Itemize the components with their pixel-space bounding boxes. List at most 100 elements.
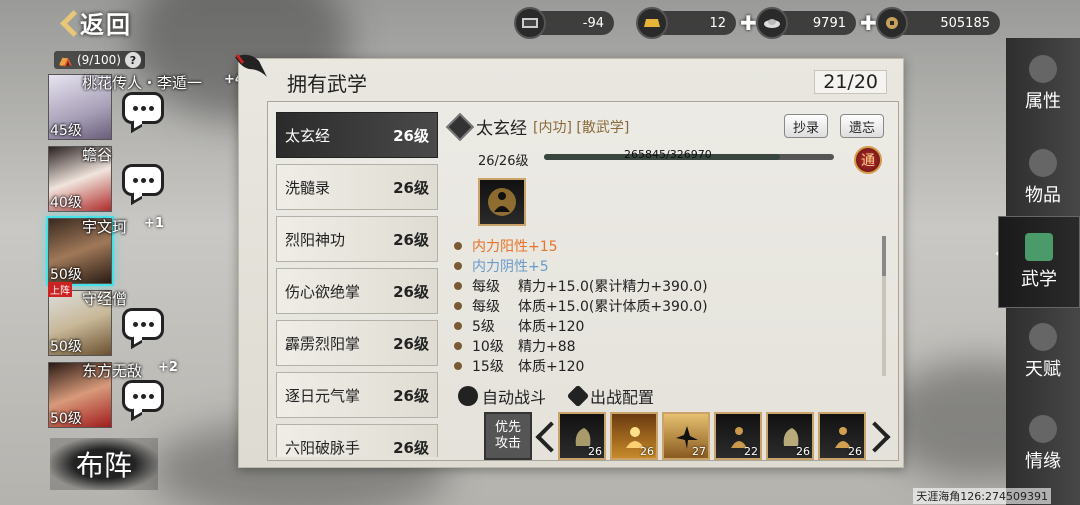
slot-level: 26	[796, 445, 810, 458]
skill-slot[interactable]: 27	[662, 412, 710, 460]
coin-value: 505185	[892, 11, 1000, 35]
tab-label: 情缘	[1025, 451, 1061, 472]
horse-icon	[1029, 55, 1057, 83]
battle-config-icon	[566, 384, 590, 408]
copy-button[interactable]: 抄录	[784, 114, 829, 138]
attr-level: 5级	[472, 319, 495, 335]
attr-scrollbar[interactable]	[882, 236, 886, 376]
mastery-badge: 通	[854, 146, 882, 174]
tab-talent[interactable]: 天赋	[1006, 306, 1080, 398]
people-icon: ⛺	[58, 53, 73, 67]
hero-plus: +1	[144, 216, 164, 231]
in-battle-badge: 上阵	[48, 282, 72, 297]
slots-prev-arrow[interactable]	[536, 416, 552, 456]
skill-level: 26级	[393, 230, 429, 249]
hero-name: 蟾谷	[82, 146, 113, 164]
skill-type-icon	[445, 112, 475, 141]
meditation-icon	[478, 178, 526, 226]
attr-level: 10级	[472, 339, 504, 355]
currency-gold: 12 ✚	[636, 7, 757, 39]
skill-item[interactable]: 伤心欲绝掌 26级	[276, 268, 438, 314]
attr-row: 5级 体质+120	[454, 316, 884, 336]
panel-inner: 太玄经 26级 洗髓录 26级 烈阳神功 26级 伤心欲绝掌 26级 霹雳烈阳掌…	[267, 101, 899, 461]
heart-icon	[1029, 415, 1057, 443]
hero-card[interactable]: 蟾谷 40级	[48, 146, 164, 212]
hero-level: 50级	[50, 411, 82, 427]
hero-card[interactable]: 桃花传人・李遁一 +4 45级	[48, 72, 244, 140]
bullet-icon	[454, 322, 462, 330]
skill-slot[interactable]: 22	[714, 412, 762, 460]
attr-text: 精力+88	[518, 339, 576, 355]
priority-attack-button[interactable]: 优先 攻击	[484, 412, 532, 460]
slots-next-arrow[interactable]	[874, 416, 890, 456]
detail-skill-tags: [内功] [散武学]	[533, 119, 630, 136]
slot-level: 27	[692, 445, 706, 458]
skill-count: 21/20	[814, 70, 887, 94]
tab-martial-arts[interactable]: 武学	[998, 216, 1080, 308]
skill-slot[interactable]: 26	[558, 412, 606, 460]
skill-slot[interactable]: 26	[766, 412, 814, 460]
silver-ingot-icon	[756, 7, 788, 39]
hero-level: 40级	[50, 195, 82, 211]
auto-battle-icon	[458, 386, 478, 406]
attr-text: 精力+15.0(累计精力+390.0)	[518, 279, 708, 295]
back-button[interactable]: 返回	[58, 4, 132, 40]
attr-text: 内力阳性+15	[472, 239, 558, 255]
skill-item[interactable]: 洗髓录 26级	[276, 164, 438, 210]
hero-card-selected[interactable]: 宇文珂 +1 50级	[48, 216, 164, 284]
attr-row: 15级 体质+120	[454, 356, 884, 376]
attr-text: 体质+15.0(累计体质+390.0)	[518, 299, 708, 315]
hero-plus: +2	[158, 360, 178, 375]
back-label: 返回	[80, 10, 132, 39]
add-gold-button[interactable]: ✚	[740, 11, 757, 35]
tab-relationship[interactable]: 情缘	[1006, 398, 1080, 490]
skill-item[interactable]: 逐日元气掌 26级	[276, 372, 438, 418]
attr-level: 每级	[472, 279, 500, 295]
tab-attributes[interactable]: 属性	[1006, 38, 1080, 130]
attribute-list: 内力阳性+15 内力阴性+5 每级 精力+15.0(累计精力+390.0) 每级体…	[454, 236, 884, 376]
skill-item[interactable]: 烈阳神功 26级	[276, 216, 438, 262]
player-id-text: 天涯海角126:274509391	[913, 488, 1051, 504]
skill-detail: 太玄经 [内功] [散武学] 抄录 遗忘 26/26级 265845/32697…	[444, 108, 894, 460]
formation-button[interactable]: 布阵	[50, 438, 158, 490]
hero-card[interactable]: 东方无敌 +2 50级	[48, 360, 178, 428]
scroll-thumb[interactable]	[882, 236, 886, 276]
battle-config-button[interactable]: 出战配置	[566, 384, 654, 408]
branch-icon	[1029, 323, 1057, 351]
book-icon	[1025, 233, 1053, 261]
slot-level: 26	[640, 445, 654, 458]
hero-name: 东方无敌	[82, 362, 143, 380]
bullet-icon	[454, 302, 462, 310]
skill-slot[interactable]: 26	[610, 412, 658, 460]
tab-items[interactable]: 物品	[1006, 132, 1080, 224]
party-capacity: ⛺ (9/100) ?	[54, 51, 145, 69]
detail-header: 太玄经 [内功] [散武学]	[445, 112, 630, 141]
auto-battle-toggle[interactable]: 自动战斗	[458, 384, 546, 408]
box-icon	[1029, 149, 1057, 177]
hero-level: 50级	[50, 339, 82, 355]
chat-bubble-icon[interactable]	[122, 92, 164, 124]
capacity-text: (9/100)	[76, 53, 121, 67]
hero-card[interactable]: 上阵 守经僧 50级	[48, 282, 164, 356]
skill-list[interactable]: 太玄经 26级 洗髓录 26级 烈阳神功 26级 伤心欲绝掌 26级 霹雳烈阳掌…	[276, 112, 438, 457]
level-progress-text: 26/26级	[478, 154, 529, 169]
slot-level: 22	[744, 445, 758, 458]
attr-row: 内力阴性+5	[454, 256, 884, 276]
skill-item[interactable]: 霹雳烈阳掌 26级	[276, 320, 438, 366]
martial-arts-panel: 拥有武学 21/20 太玄经 26级 洗髓录 26级 烈阳神功 26级 伤心欲绝…	[235, 54, 904, 468]
skill-item[interactable]: 太玄经 26级	[276, 112, 438, 158]
chat-bubble-icon[interactable]	[122, 380, 164, 412]
hero-name: 宇文珂	[82, 218, 128, 236]
detail-skill-name: 太玄经	[476, 119, 527, 139]
chat-bubble-icon[interactable]	[122, 308, 164, 340]
attr-row: 每级 精力+15.0(累计精力+390.0)	[454, 276, 884, 296]
skill-item[interactable]: 六阳破脉手 26级	[276, 424, 438, 457]
attr-text: 内力阴性+5	[472, 259, 549, 275]
chat-bubble-icon[interactable]	[122, 164, 164, 196]
help-icon[interactable]: ?	[124, 52, 141, 68]
attr-row: 10级 精力+88	[454, 336, 884, 356]
add-silver-button[interactable]: ✚	[860, 11, 877, 35]
tab-label: 武学	[1021, 269, 1057, 290]
skill-name: 伤心欲绝掌	[285, 282, 361, 301]
forget-button[interactable]: 遗忘	[840, 114, 885, 138]
